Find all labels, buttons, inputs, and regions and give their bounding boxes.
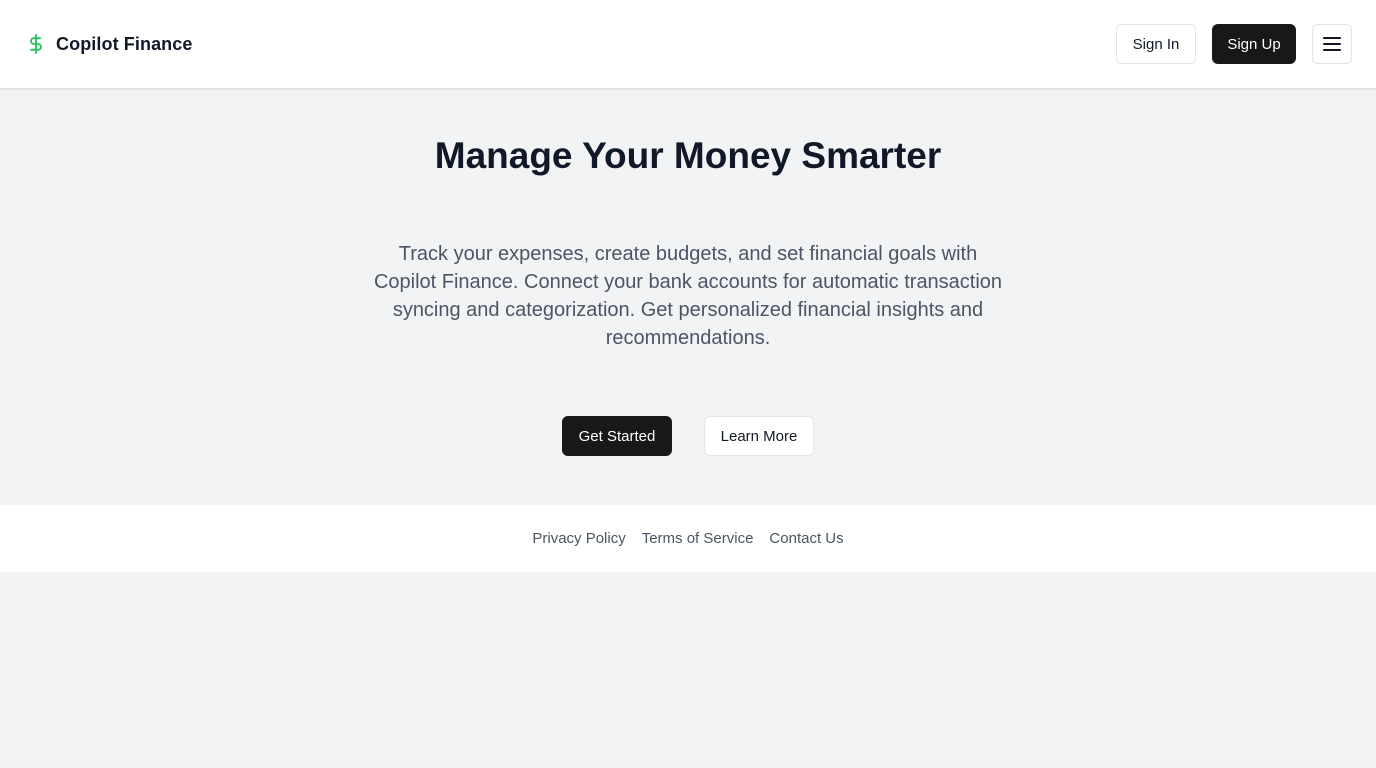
top-navigation-bar: Copilot Finance Sign In Sign Up <box>0 0 1376 88</box>
menu-button[interactable] <box>1312 24 1352 64</box>
brand-name: Copilot Finance <box>56 33 193 54</box>
brand-logo-link[interactable]: Copilot Finance <box>26 30 193 58</box>
get-started-button[interactable]: Get Started <box>562 416 672 456</box>
footer-link-terms-of-service[interactable]: Terms of Service <box>642 530 754 547</box>
footer-link-contact-us[interactable]: Contact Us <box>769 530 843 547</box>
menu-icon <box>1323 37 1341 51</box>
learn-more-button[interactable]: Learn More <box>704 416 814 456</box>
sign-up-button[interactable]: Sign Up <box>1212 24 1296 64</box>
hero-title: Manage Your Money Smarter <box>434 135 942 176</box>
sign-in-button[interactable]: Sign In <box>1116 24 1196 64</box>
hero-description: Track your expenses, create budgets, and… <box>373 243 1003 349</box>
dollar-sign-icon <box>26 30 46 58</box>
footer: Privacy Policy Terms of Service Contact … <box>0 505 1376 572</box>
footer-link-privacy-policy[interactable]: Privacy Policy <box>532 530 625 547</box>
